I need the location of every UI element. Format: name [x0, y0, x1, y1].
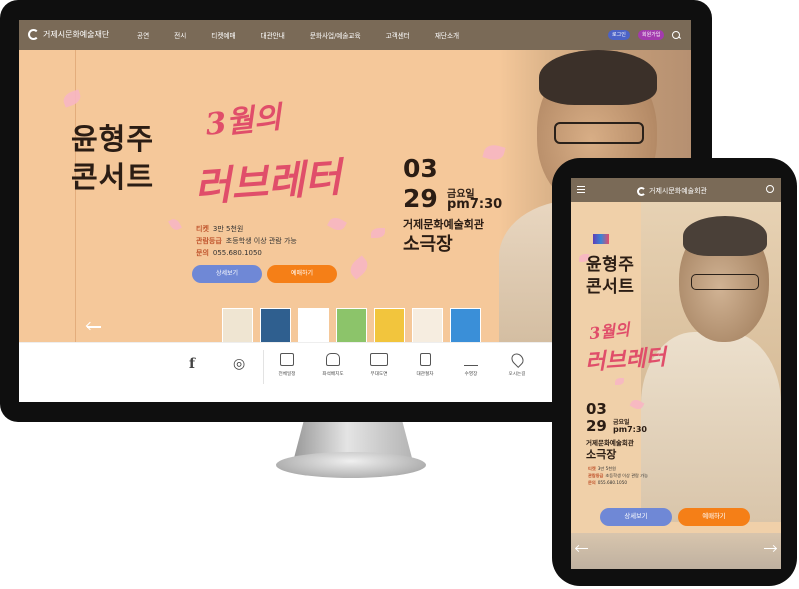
petal-decoration: [371, 228, 385, 238]
calendar-icon: [280, 353, 294, 366]
instagram-icon[interactable]: ◎: [233, 356, 245, 372]
hero-hall: 소극장: [586, 448, 617, 461]
book-button[interactable]: 예매하기: [678, 508, 750, 526]
nav-item-exhibition[interactable]: 전시: [174, 30, 186, 40]
performer-glasses: [691, 274, 759, 290]
prev-arrow-icon[interactable]: [87, 326, 101, 328]
mobile-screen: 거제시문화예술회관 윤형주 콘서트 3월의 러브레터 03 29 금요일 pm7…: [571, 178, 781, 569]
mobile-phone: 거제시문화예술회관 윤형주 콘서트 3월의 러브레터 03 29 금요일 pm7…: [552, 158, 797, 586]
next-arrow-icon[interactable]: [764, 548, 776, 550]
poster-thumbnail[interactable]: [260, 308, 291, 342]
menu-icon[interactable]: [577, 186, 585, 193]
hero-script-line2: 러브레터: [584, 344, 667, 376]
poster-thumbnail[interactable]: [374, 308, 405, 342]
hero-hall: 소극장: [403, 234, 453, 255]
hero-date-month: 03: [403, 154, 438, 183]
detail-button[interactable]: 상세보기: [192, 265, 262, 283]
petal-decoration: [615, 378, 624, 385]
site-header: 거제시문화예술재단 공연 전시 티켓예매 대관안내 문화사업/예술교육 고객센터…: [19, 20, 691, 50]
site-logo[interactable]: 거제시문화예술재단: [28, 29, 109, 40]
performer-glasses: [554, 122, 644, 144]
hero-date-day: 29: [403, 184, 438, 213]
hero-script-line1: 3월의: [203, 100, 284, 143]
pool-icon: [464, 353, 478, 366]
search-icon[interactable]: [766, 185, 774, 193]
mobile-header: 거제시문화예술회관: [571, 178, 781, 202]
nav-item-foundation[interactable]: 재단소개: [435, 30, 459, 40]
poster-thumbnails: [222, 308, 481, 342]
hero-date-month: 03: [586, 400, 607, 418]
quick-item-directions[interactable]: 오시는길: [497, 351, 537, 377]
monitor-stand: [276, 452, 426, 478]
poster-thumbnail[interactable]: [298, 308, 329, 342]
nav-item-rental[interactable]: 대관안내: [261, 30, 285, 40]
hero-time: pm7:30: [613, 425, 647, 434]
quick-item-pool[interactable]: 수영장: [451, 353, 491, 377]
event-logo-badge: [593, 234, 609, 244]
nav-item-customer-center[interactable]: 고객센터: [386, 30, 410, 40]
book-button[interactable]: 예매하기: [267, 265, 337, 283]
hero-script-line2: 러브레터: [192, 153, 343, 212]
petal-decoration: [327, 214, 347, 234]
document-icon: [419, 353, 431, 366]
hero-date-day: 29: [586, 417, 607, 435]
logo-icon: [637, 186, 646, 196]
stage-icon: [370, 353, 388, 366]
hero-title-line1: 윤형주: [71, 122, 155, 156]
nav-item-performance[interactable]: 공연: [137, 30, 149, 40]
login-button[interactable]: 로그인: [608, 30, 630, 40]
quick-item-schedule[interactable]: 전체일정: [267, 353, 307, 377]
hero-info-ticket: 티켓 3만 5천원: [196, 225, 244, 233]
hero-info-contact: 문의 055.680.1050: [588, 480, 628, 485]
mobile-logo[interactable]: 거제시문화예술회관: [637, 186, 707, 196]
nav-item-ticket[interactable]: 티켓예매: [211, 30, 235, 40]
logo-text: 거제시문화예술재단: [43, 30, 110, 39]
quick-item-rental-process[interactable]: 대관절차: [405, 353, 445, 377]
divider: [263, 350, 264, 384]
logo-icon: [28, 29, 39, 40]
facebook-icon[interactable]: f: [189, 356, 195, 372]
performer-hair: [683, 216, 767, 256]
hero-info-rating: 관람등급 초등학생 이상 관람 가능: [196, 237, 297, 245]
mobile-bottom-strip: [571, 533, 781, 569]
hero-title-line2: 콘서트: [586, 277, 635, 297]
hero-info-ticket: 티켓 3만 5천원: [588, 466, 616, 471]
hero-title-line2: 콘서트: [71, 160, 155, 194]
hero-info-contact: 문의 055.680.1050: [196, 249, 262, 257]
poster-thumbnail[interactable]: [222, 308, 253, 342]
main-nav: 공연 전시 티켓예매 대관안내 문화사업/예술교육 고객센터 재단소개: [137, 20, 484, 50]
poster-thumbnail[interactable]: [450, 308, 481, 342]
hero-info-rating: 관람등급 초등학생 이상 관람 가능: [588, 473, 648, 478]
seat-icon: [326, 353, 340, 366]
poster-thumbnail[interactable]: [412, 308, 443, 342]
poster-thumbnail[interactable]: [336, 308, 367, 342]
detail-button[interactable]: 상세보기: [600, 508, 672, 526]
petal-decoration: [61, 89, 83, 108]
nav-item-culture-education[interactable]: 문화사업/예술교육: [310, 30, 361, 40]
quick-item-stage-plan[interactable]: 무대도면: [359, 353, 399, 377]
hero-time: pm7:30: [447, 197, 503, 212]
petal-decoration: [346, 255, 372, 280]
performer-hair: [539, 50, 657, 105]
prev-arrow-icon[interactable]: [576, 548, 588, 550]
quick-item-seat-map[interactable]: 좌석배치도: [313, 353, 353, 377]
location-icon: [508, 351, 526, 368]
search-icon[interactable]: [672, 31, 680, 39]
petal-decoration: [168, 217, 182, 232]
hero-script-line1: 3월의: [588, 319, 631, 344]
join-button[interactable]: 회원가입: [638, 30, 665, 40]
